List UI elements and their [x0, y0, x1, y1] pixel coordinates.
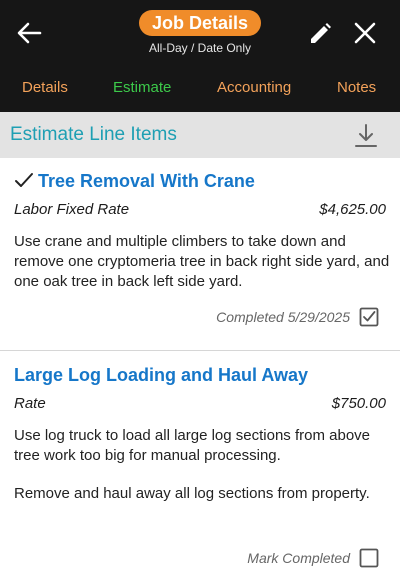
line-item-description-2: Remove and haul away all log sections fr… [14, 485, 370, 502]
line-item-description: Use log truck to load all large log sect… [14, 427, 371, 464]
checkmark-icon [15, 173, 33, 187]
rate-type: Rate [14, 395, 46, 412]
tab-bar: Details Estimate Accounting Notes [0, 66, 400, 112]
pencil-icon [311, 23, 331, 43]
page-subtitle: All-Day / Date Only [148, 41, 252, 55]
close-button[interactable] [351, 19, 379, 47]
section-header: Estimate Line Items [0, 112, 400, 158]
tab-accounting[interactable]: Accounting [217, 66, 291, 112]
download-icon [355, 124, 377, 147]
list-item[interactable]: Tree Removal With Crane Labor Fixed Rate… [0, 158, 400, 351]
tab-notes[interactable]: Notes [337, 66, 376, 112]
section-title: Estimate Line Items [10, 124, 177, 145]
page-title: Job Details [139, 10, 261, 36]
rate-amount: $750.00 [331, 395, 386, 412]
app-header: Job Details All-Day / Date Only [0, 0, 400, 66]
line-item-title[interactable]: Tree Removal With Crane [38, 171, 255, 192]
tab-estimate[interactable]: Estimate [113, 66, 171, 112]
rate-amount: $4,625.00 [319, 201, 386, 218]
unchecked-checkbox-icon[interactable] [359, 548, 379, 568]
close-icon [354, 22, 376, 44]
line-item-description: Use crane and multiple climbers to take … [14, 233, 390, 290]
completed-status: Completed 5/29/2025 [216, 309, 350, 325]
mark-completed-label[interactable]: Mark Completed [247, 550, 350, 566]
list-item[interactable]: Large Log Loading and Haul Away Rate $75… [0, 352, 400, 584]
checked-checkbox-icon[interactable] [359, 307, 379, 327]
download-button[interactable] [352, 122, 380, 150]
line-item-title[interactable]: Large Log Loading and Haul Away [14, 365, 308, 386]
rate-type: Labor Fixed Rate [14, 201, 130, 218]
edit-button[interactable] [306, 20, 334, 48]
tab-details[interactable]: Details [22, 66, 68, 112]
